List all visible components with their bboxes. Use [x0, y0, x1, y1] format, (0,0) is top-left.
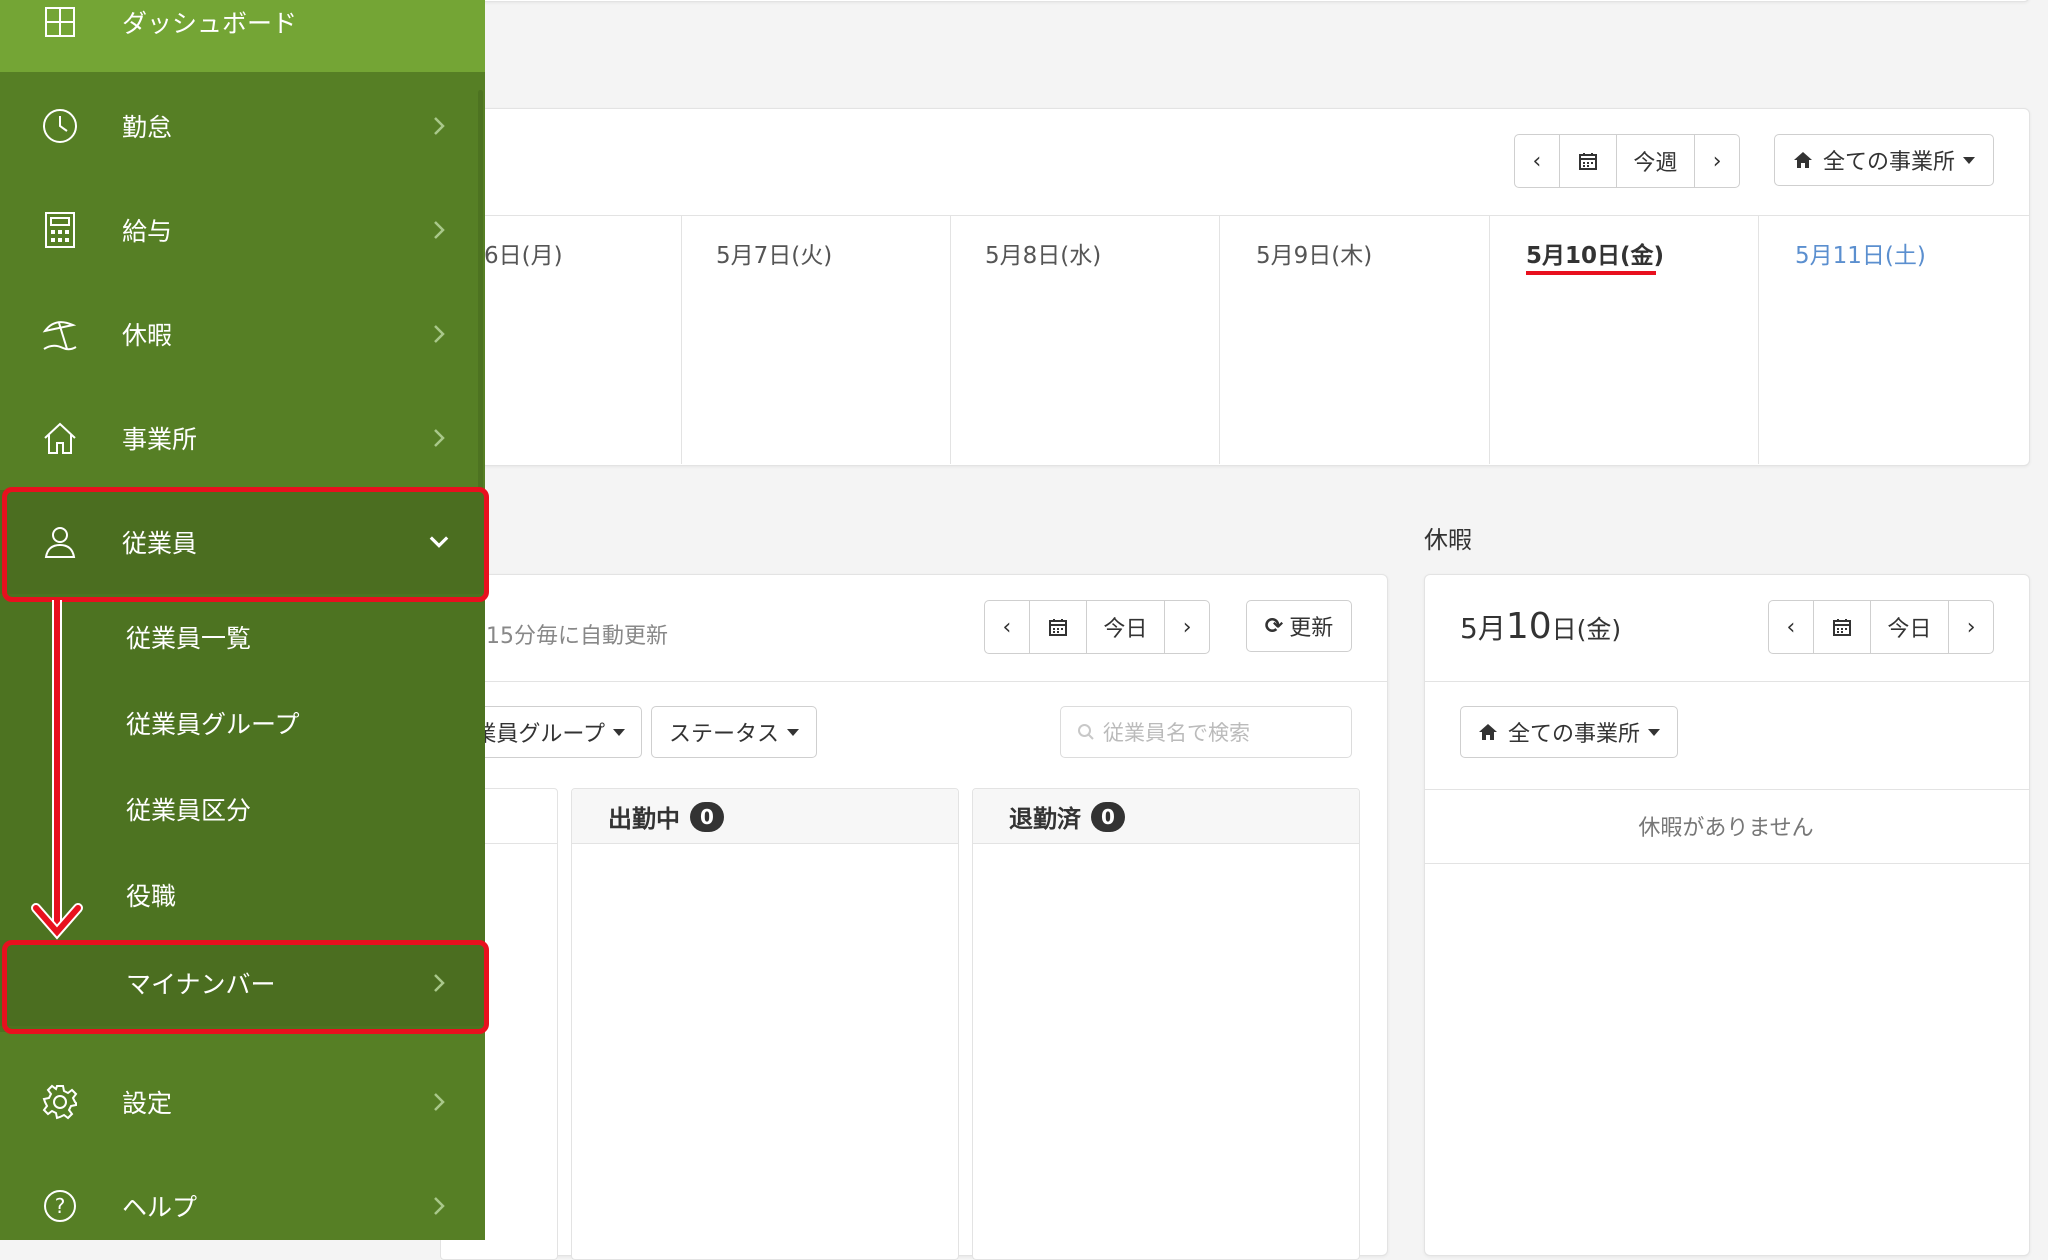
sidebar-item-leave[interactable]: 休暇: [0, 282, 485, 386]
highlight-my-number: [2, 940, 489, 1034]
sidebar-item-help[interactable]: ? ヘルプ: [0, 1154, 485, 1240]
chevron-left-icon: ‹: [1002, 614, 1012, 640]
count-badge: 0: [1091, 801, 1125, 832]
chevron-right-icon: [429, 1196, 449, 1216]
highlight-employee: [2, 487, 489, 602]
week-office-filter[interactable]: 全ての事業所: [1774, 134, 1994, 186]
calendar-icon: [1048, 619, 1067, 636]
leave-card: [1424, 574, 2030, 1256]
prev-day-button[interactable]: ‹: [985, 601, 1030, 653]
caret-down-icon: [787, 728, 799, 736]
status-label-finished: 退勤済: [1009, 805, 1081, 833]
status-filter[interactable]: ステータス: [651, 706, 817, 758]
day-column: 6日(月): [480, 216, 682, 464]
svg-text:?: ?: [55, 1194, 66, 1218]
today-underline: [1526, 271, 1656, 275]
gear-icon: [40, 1082, 80, 1122]
chevron-right-icon: [429, 324, 449, 344]
today-button[interactable]: 今日: [1871, 601, 1950, 653]
annotation-arrow: [31, 600, 83, 940]
prev-week-button[interactable]: ‹: [1515, 135, 1560, 187]
clock-icon: [40, 106, 80, 146]
home-icon: [1793, 152, 1812, 168]
next-week-button[interactable]: ›: [1695, 135, 1739, 187]
chevron-left-icon: ‹: [1786, 614, 1796, 640]
sidebar-item-dashboard[interactable]: ダッシュボード: [0, 0, 485, 74]
chevron-right-icon: [429, 220, 449, 240]
next-day-button[interactable]: ›: [1949, 601, 1993, 653]
refresh-icon: ⟳: [1264, 613, 1284, 639]
leave-section-title: 休暇: [1424, 526, 1472, 554]
caret-down-icon: [1648, 728, 1660, 736]
day-nav-group: ‹ 今日 ›: [984, 600, 1210, 654]
help-icon: ?: [40, 1186, 80, 1226]
leave-date: 5月10日(金): [1460, 606, 1622, 647]
sidebar-item-settings[interactable]: 設定: [0, 1050, 485, 1154]
chevron-left-icon: ‹: [1532, 148, 1542, 174]
count-badge: 0: [690, 801, 724, 832]
next-day-button[interactable]: ›: [1165, 601, 1209, 653]
week-nav-group: ‹ 今週 ›: [1514, 134, 1740, 188]
caret-down-icon: [1963, 156, 1975, 164]
chevron-right-icon: [429, 116, 449, 136]
sidebar-item-attendance[interactable]: 勤怠: [0, 74, 485, 178]
leave-office-filter[interactable]: 全ての事業所: [1460, 706, 1678, 758]
day-column: 5月8日(水): [951, 216, 1220, 464]
calendar-icon: [1832, 619, 1851, 636]
day-column: 5月11日(土): [1795, 243, 1926, 269]
chevron-right-icon: ›: [1182, 614, 1192, 640]
chevron-right-icon: ›: [1712, 148, 1722, 174]
employee-group-filter[interactable]: 業員グループ: [460, 706, 642, 758]
chevron-right-icon: ›: [1966, 614, 1976, 640]
chevron-right-icon: [429, 1092, 449, 1112]
dashboard-icon: [40, 2, 80, 42]
top-card: [480, 0, 2030, 2]
caret-down-icon: [613, 728, 625, 736]
chevron-right-icon: [429, 428, 449, 448]
calculator-icon: [40, 210, 80, 250]
search-input[interactable]: 従業員名で検索: [1103, 717, 1250, 747]
status-label-working: 出勤中: [608, 805, 680, 833]
day-column: 5月9日(木): [1220, 216, 1490, 464]
status-column-finished: 退勤済 0: [972, 788, 1360, 1260]
day-column-today: 5月10日(金): [1490, 216, 1759, 464]
day-calendar-button[interactable]: [1814, 601, 1871, 653]
search-icon: [1078, 724, 1094, 740]
prev-day-button[interactable]: ‹: [1769, 601, 1814, 653]
auto-update-text: 15分毎に自動更新: [486, 624, 668, 649]
leave-day-nav-group: ‹ 今日 ›: [1768, 600, 1994, 654]
home-icon: [1478, 724, 1497, 740]
leave-empty-message: 休暇がありません: [1638, 816, 1814, 841]
home-icon: [40, 418, 80, 458]
this-week-button[interactable]: 今週: [1617, 135, 1696, 187]
today-button[interactable]: 今日: [1087, 601, 1166, 653]
refresh-button[interactable]: ⟳ 更新: [1246, 600, 1352, 652]
status-column-working: 出勤中 0: [571, 788, 959, 1260]
sidebar-item-payroll[interactable]: 給与: [0, 178, 485, 282]
sidebar-item-office[interactable]: 事業所: [0, 386, 485, 490]
calendar-icon: [1578, 153, 1597, 170]
beach-umbrella-icon: [40, 314, 80, 354]
employee-search-field[interactable]: 従業員名で検索: [1060, 706, 1352, 758]
day-column: 5月7日(火): [682, 216, 951, 464]
week-calendar-button[interactable]: [1560, 135, 1617, 187]
day-calendar-button[interactable]: [1030, 601, 1087, 653]
